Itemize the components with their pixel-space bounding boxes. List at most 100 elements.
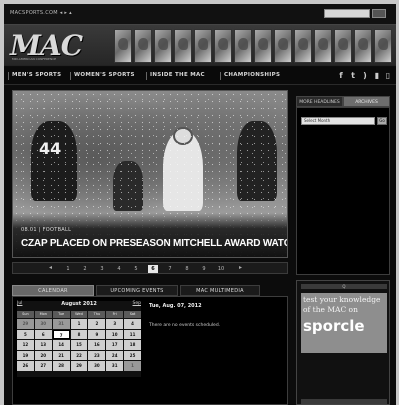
calendar-day[interactable]: 26 (17, 361, 34, 371)
nav-womens-sports[interactable]: WOMEN'S SPORTS (74, 72, 135, 78)
calendar-day[interactable]: 16 (88, 340, 106, 350)
calendar-day[interactable]: 22 (70, 350, 88, 360)
calendar-weekday: Sun (17, 311, 34, 318)
pager-next-icon[interactable]: ▸ (239, 264, 242, 271)
calendar-day[interactable]: 30 (88, 361, 106, 371)
school-helmet-icon[interactable] (354, 29, 372, 63)
calendar-day[interactable]: 12 (17, 340, 34, 350)
ad-line-1: test your knowledge (303, 295, 381, 304)
calendar-panel: Jul August 2012 Sep Sun Mon Tue Wed Thu Fri Sa… (12, 296, 288, 405)
calendar-day[interactable]: 29 (70, 361, 88, 371)
school-helmet-icon[interactable] (194, 29, 212, 63)
calendar-day[interactable]: 30 (34, 319, 52, 329)
pager-page-3[interactable]: 3 (97, 265, 107, 273)
school-helmet-icon[interactable] (234, 29, 252, 63)
calendar-day[interactable]: 2 (88, 319, 106, 329)
school-helmet-icon[interactable] (314, 29, 332, 63)
calendar-day[interactable]: 28 (52, 361, 70, 371)
pager-page-10[interactable]: 10 (216, 265, 226, 273)
calendar-day[interactable]: 18 (124, 340, 141, 350)
calendar-day[interactable]: 31 (52, 319, 70, 329)
sidebar-ad-box: Q test your knowledge of the MAC on spor… (296, 280, 390, 405)
search-button[interactable] (372, 9, 386, 18)
tab-upcoming-events[interactable]: UPCOMING EVENTS (96, 285, 178, 296)
sporcle-ad[interactable]: test your knowledge of the MAC on sporcl… (301, 293, 387, 353)
pager-page-5[interactable]: 5 (131, 265, 141, 273)
search-input[interactable] (324, 9, 370, 18)
nav-separator (70, 72, 71, 80)
tab-archives[interactable]: ARCHIVES (343, 96, 390, 107)
nav-inside-the-mac[interactable]: INSIDE THE MAC (150, 72, 205, 78)
school-helmet-icon[interactable] (334, 29, 352, 63)
calendar-day[interactable]: 29 (17, 319, 34, 329)
calendar-day[interactable]: 31 (106, 361, 124, 371)
featured-story-slideshow[interactable]: 44 08.01 | FOOTBALL CZAP PLACED ON PRESE… (12, 90, 288, 258)
nav-championships[interactable]: CHAMPIONSHIPS (224, 72, 280, 78)
calendar-day[interactable]: 13 (34, 340, 52, 350)
facebook-icon[interactable]: f (336, 70, 346, 81)
calendar-day[interactable]: 21 (52, 350, 70, 360)
calendar-weekday: Mon (34, 311, 52, 318)
calendar-day[interactable]: 17 (106, 340, 124, 350)
selected-date: Tue, Aug. 07, 2012 (149, 303, 202, 309)
school-helmet-icon[interactable] (254, 29, 272, 63)
mac-logo[interactable]: MAC MID-AMERICAN CONFERENCE (10, 29, 110, 63)
calendar-day[interactable]: 20 (34, 350, 52, 360)
story-headline[interactable]: CZAP PLACED ON PRESEASON MITCHELL AWARD … (21, 238, 287, 249)
calendar-day[interactable]: 15 (70, 340, 88, 350)
calendar-next-month[interactable]: Sep (133, 301, 141, 306)
logo-subtitle: MID-AMERICAN CONFERENCE (12, 57, 57, 61)
calendar-day[interactable]: 19 (17, 350, 34, 360)
calendar-day[interactable]: 1 (124, 361, 141, 371)
mobile-icon[interactable]: ▯ (383, 70, 393, 81)
archive-go-button[interactable]: Go (377, 117, 387, 125)
rss-icon[interactable]: ) (360, 70, 370, 81)
tab-calendar[interactable]: CALENDAR (12, 285, 94, 296)
caption-overlay (13, 213, 287, 257)
calendar-day[interactable]: 11 (124, 329, 141, 339)
ad-footer-bar (301, 399, 387, 404)
calendar-widget: Jul August 2012 Sep Sun Mon Tue Wed Thu Fri Sa… (17, 301, 141, 377)
calendar-day[interactable]: 25 (124, 350, 141, 360)
calendar-day[interactable]: 10 (106, 329, 124, 339)
pager-page-2[interactable]: 2 (80, 265, 90, 273)
archive-month-select[interactable]: Select Month (301, 117, 375, 125)
calendar-day[interactable]: 9 (88, 329, 106, 339)
tab-more-headlines[interactable]: MORE HEADLINES (296, 96, 343, 107)
story-meta: 08.01 | FOOTBALL (21, 227, 72, 233)
school-helmet-icon[interactable] (294, 29, 312, 63)
school-helmet-icon[interactable] (174, 29, 192, 63)
calendar-day[interactable]: 23 (88, 350, 106, 360)
calendar-day[interactable]: 6 (34, 329, 52, 339)
calendar-day[interactable]: 7 (52, 329, 70, 339)
calendar-day[interactable]: 3 (106, 319, 124, 329)
calendar-day[interactable]: 1 (70, 319, 88, 329)
pager-prev-icon[interactable]: ◂ (49, 264, 52, 271)
calendar-day[interactable]: 8 (70, 329, 88, 339)
main-navigation: MEN'S SPORTS WOMEN'S SPORTS INSIDE THE M… (4, 67, 396, 85)
tab-mac-multimedia[interactable]: MAC MULTIMEDIA (180, 285, 260, 296)
pager-page-6[interactable]: 6 (148, 265, 158, 273)
pager-page-7[interactable]: 7 (165, 265, 175, 273)
pager-page-4[interactable]: 4 (114, 265, 124, 273)
school-helmet-icon[interactable] (274, 29, 292, 63)
pager-page-8[interactable]: 8 (182, 265, 192, 273)
school-helmet-icon[interactable] (134, 29, 152, 63)
calendar-day[interactable]: 24 (106, 350, 124, 360)
screenshot-frame: MACSPORTS.COM ◂ ▸ ▴ MAC MID-AMERICAN CON… (0, 0, 399, 405)
bottom-tabs: CALENDAR UPCOMING EVENTS MAC MULTIMEDIA (12, 285, 288, 296)
calendar-title: August 2012 (61, 301, 97, 307)
twitter-icon[interactable]: t (348, 70, 358, 81)
school-helmet-icon[interactable] (374, 29, 392, 63)
calendar-day[interactable]: 5 (17, 329, 34, 339)
school-helmet-icon[interactable] (114, 29, 132, 63)
nav-mens-sports[interactable]: MEN'S SPORTS (12, 72, 61, 78)
calendar-day[interactable]: 4 (124, 319, 141, 329)
calendar-day[interactable]: 27 (34, 361, 52, 371)
school-helmet-icon[interactable] (154, 29, 172, 63)
calendar-day[interactable]: 14 (52, 340, 70, 350)
school-helmet-icon[interactable] (214, 29, 232, 63)
pager-page-9[interactable]: 9 (199, 265, 209, 273)
pager-page-1[interactable]: 1 (63, 265, 73, 273)
stats-icon[interactable]: ▮ (372, 70, 382, 81)
